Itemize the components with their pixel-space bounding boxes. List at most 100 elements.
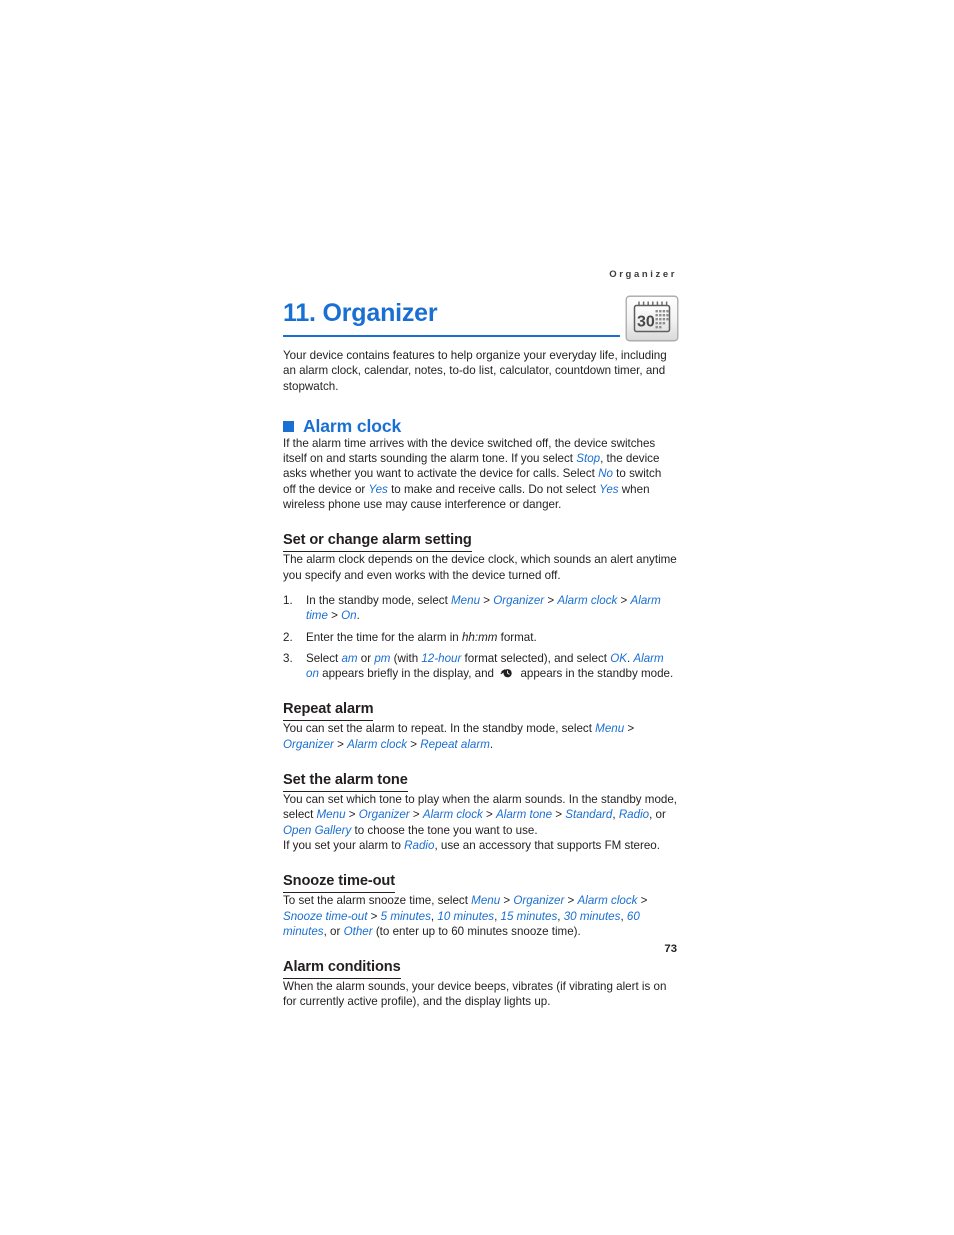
step-number: 1. [283,593,293,607]
text-run: format selected), and select [461,651,611,665]
text-run: , use an accessory that supports FM ster… [434,838,660,852]
text-run: , or [323,924,344,938]
chapter-rule [283,335,620,337]
ui-string-menu: Menu [451,593,481,607]
set-alarm-steps-list: 1. In the standby mode, select Menu > Org… [283,593,677,681]
chapter-header: 11. Organizer 30 [283,295,679,348]
text-run: (to enter up to 60 minutes snooze time). [372,924,581,938]
ui-string-organizer: Organizer [513,894,565,908]
ui-string-organizer: Organizer [358,808,410,822]
list-item: 1. In the standby mode, select Menu > Org… [283,593,677,624]
ui-string-30-minutes: 30 minutes [563,909,621,923]
path-separator: > [482,808,497,822]
path-separator: > [544,593,558,607]
text-run: Enter the time for the alarm in [306,630,462,644]
text-run: to make and receive calls. Do not select [387,482,600,496]
alarm-clock-intro-paragraph: If the alarm time arrives with the devic… [283,436,677,512]
alarm-conditions-paragraph: When the alarm sounds, your device beeps… [283,980,667,1009]
text-run: format. [497,630,537,644]
ui-string-radio: Radio [618,808,650,822]
page-content: Organizer 11. Organizer 30 Your device c… [283,268,679,1010]
page-title: 11. Organizer [283,299,438,327]
ui-string-menu: Menu [595,722,625,736]
path-separator: > [327,609,342,623]
ui-string-10-minutes: 10 minutes [437,909,495,923]
path-separator: > [617,593,631,607]
ui-string-no: No [598,467,613,481]
ui-string-am: am [341,651,358,665]
chapter-intro-paragraph: Your device contains features to help or… [283,348,677,394]
ui-string-other: Other [343,924,373,938]
page-number: 73 [664,943,677,955]
subheading-set-or-change-alarm-setting: Set or change alarm setting [283,531,472,553]
text-run: To set the alarm snooze time, select [283,894,472,908]
svg-text:30: 30 [637,314,655,331]
ui-string-pm: pm [374,651,391,665]
path-separator: > [637,894,648,908]
step-number: 2. [283,630,293,644]
ui-string-organizer: Organizer [283,737,334,751]
ui-string-menu: Menu [471,894,501,908]
path-separator: > [345,808,359,822]
path-separator: > [407,737,421,751]
text-run: , or [649,808,666,822]
section-heading-label: Alarm clock [303,415,402,436]
subheading-alarm-tone-wrap: Set the alarm tone [283,752,677,793]
subheading-alarm-conditions: Alarm conditions [283,958,401,980]
text-run: to choose the tone you want to use. [351,823,538,837]
ui-string-yes-2: Yes [599,482,619,496]
text-run: appears briefly in the display, and [318,667,498,681]
alarm-tone-note-paragraph: If you set your alarm to Radio, use an a… [283,838,677,853]
path-separator: > [552,808,566,822]
list-item: 2. Enter the time for the alarm in hh:mm … [283,630,677,645]
subheading-snooze-wrap: Snooze time-out [283,853,677,894]
text-run: or [357,651,375,665]
set-alarm-body-paragraph: The alarm clock depends on the device cl… [283,553,677,582]
ui-string-alarm-clock: Alarm clock [422,808,483,822]
text-run: If you set your alarm to [283,838,405,852]
text-run: . [356,609,360,623]
ui-string-alarm-tone: Alarm tone [496,808,553,822]
ui-string-ok: OK [610,651,627,665]
text-run: Select [306,651,342,665]
ui-string-stop: Stop [576,452,601,466]
step-number: 3. [283,651,293,665]
text-run: . [489,737,494,751]
repeat-alarm-paragraph: You can set the alarm to repeat. In the … [283,721,677,752]
ui-string-menu: Menu [316,808,346,822]
manual-page: Organizer 11. Organizer 30 Your device c… [0,0,954,1235]
ui-string-open-gallery: Open Gallery [283,823,352,837]
ui-string-alarm-clock: Alarm clock [557,593,618,607]
ui-string-alarm-clock: Alarm clock [577,894,638,908]
path-separator: > [367,909,381,923]
blue-square-bullet-icon [283,421,294,433]
text-run: You can set the alarm to repeat. In the … [283,722,596,736]
alarm-clock-glyph-icon [500,667,514,678]
ui-string-on: On [341,609,357,623]
text-run: appears in the standby mode. [517,667,674,681]
ui-string-15-minutes: 15 minutes [500,909,558,923]
calendar-30-icon: 30 [625,295,679,342]
subheading-set-the-alarm-tone: Set the alarm tone [283,771,408,793]
path-separator: > [480,593,494,607]
text-run: (with [390,651,422,665]
ui-string-snooze-time-out: Snooze time-out [283,909,368,923]
path-separator: > [624,722,635,736]
path-separator: > [333,737,348,751]
ui-string-repeat-alarm: Repeat alarm [420,737,490,751]
snooze-paragraph: To set the alarm snooze time, select Men… [283,893,677,939]
ui-string-alarm-clock: Alarm clock [347,737,408,751]
ui-string-organizer: Organizer [493,593,545,607]
subheading-repeat-alarm: Repeat alarm [283,700,374,722]
intro-line-2: alarm clock, calendar, notes, to-do list… [283,364,666,393]
ui-string-radio: Radio [404,838,435,852]
list-item: 3. Select am or pm (with 12-hour format s… [283,651,677,682]
section-heading-alarm-clock: Alarm clock [283,416,677,436]
subheading-set-alarm-wrap: Set or change alarm setting [283,512,677,553]
path-separator: > [409,808,423,822]
path-separator: > [500,894,514,908]
path-separator: > [564,894,578,908]
text-run: In the standby mode, select [306,593,452,607]
subheading-snooze-time-out: Snooze time-out [283,872,395,894]
ui-string-standard: Standard [565,808,613,822]
